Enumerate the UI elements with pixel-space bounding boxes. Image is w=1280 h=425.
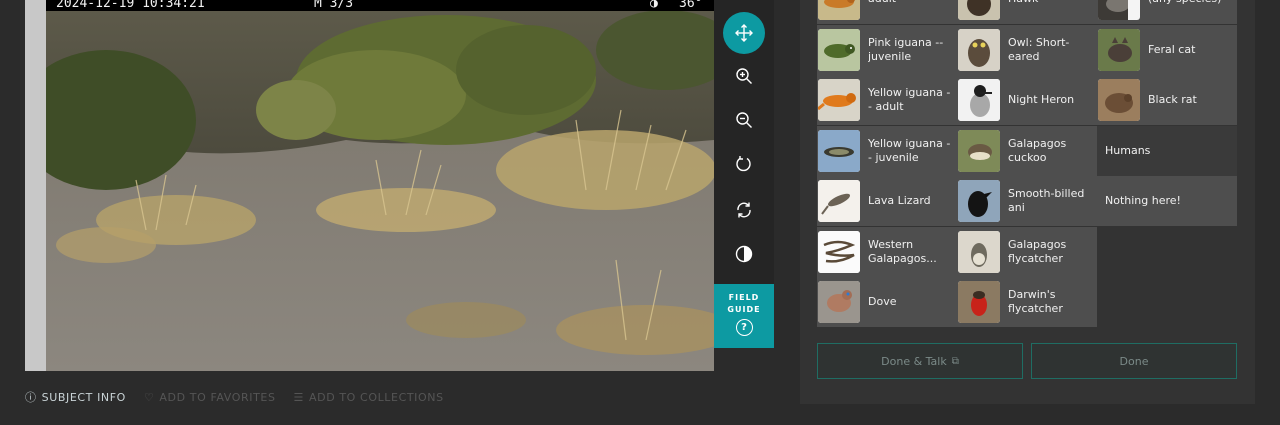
info-icon: ⓘ — [25, 391, 37, 404]
choice-label: Western Galapagos... — [868, 237, 937, 265]
field-guide-button[interactable]: FIELD GUIDE ? — [714, 284, 774, 348]
choice-thumbnail — [1098, 79, 1140, 121]
choice-label: Pink iguana -- juvenile — [868, 35, 944, 63]
choice-humans[interactable]: Humans — [1097, 125, 1237, 176]
choice-dove[interactable]: Dove — [817, 277, 957, 327]
choice-thumbnail — [818, 180, 860, 222]
choice-darwin-s-flycatcher[interactable]: Darwin's flycatcher — [957, 277, 1097, 327]
contrast-icon — [735, 245, 753, 263]
done-and-talk-label: Done & Talk — [881, 354, 947, 368]
help-icon: ? — [735, 319, 753, 336]
choice-label: (any species) — [1148, 0, 1234, 6]
choice-thumbnail — [818, 129, 860, 172]
done-and-talk-button[interactable]: Done & Talk ⧉ — [817, 343, 1023, 379]
choice-label: Darwin's flycatcher — [1008, 288, 1063, 315]
choice-feral-cat[interactable]: Feral cat — [1097, 24, 1237, 75]
choice-thumbnail — [958, 79, 1000, 121]
choice-label: Yellow iguana -- adult — [868, 86, 951, 113]
choice-thumbnail — [818, 79, 860, 121]
choice-yellow-iguana-adult[interactable]: Yellow iguana -- adult — [817, 75, 957, 125]
camera-frame-counter: M 3/3 — [314, 0, 354, 11]
camera-info-bar: 2024-12-19 10:34:21 M 3/3 ◑ 36° — [46, 0, 714, 11]
subject-info-link[interactable]: ⓘ SUBJECT INFO — [25, 389, 126, 405]
choice-label: Owl: Short-eared — [1008, 35, 1070, 63]
choice-pink-iguana-juvenile[interactable]: Pink iguana -- juvenile — [817, 24, 957, 75]
choice-label: Yellow iguana -- juvenile — [868, 136, 951, 164]
choice-thumbnail — [958, 0, 1000, 20]
choice-yellow-iguana-juvenile[interactable]: Yellow iguana -- juvenile — [817, 125, 957, 176]
choice-hawk[interactable]: Hawk — [957, 0, 1097, 24]
choice-label: Nothing here! — [1105, 194, 1181, 207]
choice-label: Hawk — [1008, 0, 1094, 6]
choice-thumbnail — [958, 180, 1000, 222]
choice-western-galapagos[interactable]: Western Galapagos... — [817, 226, 957, 277]
choice-label: Dove — [868, 295, 897, 308]
zoom-out-icon — [736, 112, 752, 128]
external-link-icon: ⧉ — [951, 355, 959, 367]
choice-thumbnail — [958, 230, 1000, 273]
subject-info-label: SUBJECT INFO — [41, 390, 126, 404]
choice-galapagos-cuckoo[interactable]: Galapagos cuckoo — [957, 125, 1097, 176]
add-to-favorites-label: ADD TO FAVORITES — [159, 390, 276, 404]
choice-label: Galapagos cuckoo — [1008, 136, 1067, 164]
choice-thumbnail — [958, 129, 1000, 172]
choice-label: Black rat — [1148, 93, 1197, 106]
choice-thumbnail — [958, 281, 1000, 323]
choice-owl-short-eared[interactable]: Owl: Short-eared — [957, 24, 1097, 75]
choice-label: Feral cat — [1148, 42, 1196, 56]
zoom-in-button[interactable] — [723, 55, 765, 97]
choice-label: Lava Lizard — [868, 194, 931, 207]
camera-trap-image[interactable]: 2024-12-19 10:34:21 M 3/3 ◑ 36° — [46, 0, 714, 371]
choice-thumbnail — [1098, 28, 1140, 71]
rotate-button[interactable] — [723, 143, 765, 185]
subject-viewer[interactable]: 2024-12-19 10:34:21 M 3/3 ◑ 36° — [25, 0, 714, 371]
subject-footer: ⓘ SUBJECT INFO ♡ ADD TO FAVORITES ☰ ADD … — [25, 388, 444, 406]
choice-label: adult — [868, 0, 954, 6]
field-guide-label: FIELD GUIDE — [727, 293, 761, 314]
choice-thumbnail — [958, 28, 1000, 71]
choice-adult[interactable]: adult — [817, 0, 957, 24]
choice-label: Smooth-billed ani — [1008, 187, 1085, 214]
choice-label: Galapagos flycatcher — [1008, 237, 1067, 265]
moon-phase-icon: ◑ — [650, 0, 658, 11]
choice-any-species[interactable]: (any species) — [1097, 0, 1237, 24]
choice-label: Night Heron — [1008, 93, 1075, 106]
reset-button[interactable] — [723, 189, 765, 231]
camera-datetime: 2024-12-19 10:34:21 — [56, 0, 205, 11]
list-icon: ☰ — [293, 390, 304, 404]
invert-button[interactable] — [723, 233, 765, 275]
choice-thumbnail — [818, 230, 860, 273]
choice-thumbnail — [818, 28, 860, 71]
camera-temperature: 36° — [679, 0, 703, 11]
choice-thumbnail — [1098, 0, 1140, 20]
move-icon — [735, 24, 753, 42]
choice-black-rat[interactable]: Black rat — [1097, 75, 1237, 125]
add-to-collections-label: ADD TO COLLECTIONS — [309, 390, 444, 404]
zoom-in-icon — [736, 68, 752, 84]
choice-night-heron[interactable]: Night Heron — [957, 75, 1097, 125]
choice-lava-lizard[interactable]: Lava Lizard — [817, 176, 957, 226]
heart-icon: ♡ — [143, 390, 155, 404]
choice-smooth-billed-ani[interactable]: Smooth-billed ani — [957, 176, 1097, 226]
reset-icon — [737, 202, 751, 218]
zoom-out-button[interactable] — [723, 99, 765, 141]
choice-thumbnail — [818, 0, 860, 20]
task-panel: adult Hawk (any species) Pink iguana -- juv… — [800, 0, 1255, 404]
choice-galapagos-flycatcher[interactable]: Galapagos flycatcher — [957, 226, 1097, 277]
add-to-collections-link[interactable]: ☰ ADD TO COLLECTIONS — [294, 391, 444, 404]
rotate-icon — [736, 156, 751, 172]
done-label: Done — [1119, 354, 1149, 368]
done-button[interactable]: Done — [1031, 343, 1237, 379]
image-toolbar: FIELD GUIDE ? — [714, 0, 774, 348]
add-to-favorites-link[interactable]: ♡ ADD TO FAVORITES — [144, 391, 276, 404]
choice-nothing-here[interactable]: Nothing here! — [1097, 176, 1237, 226]
choice-label: Humans — [1105, 143, 1151, 157]
choice-thumbnail — [818, 281, 860, 323]
move-tool-button[interactable] — [723, 12, 765, 54]
